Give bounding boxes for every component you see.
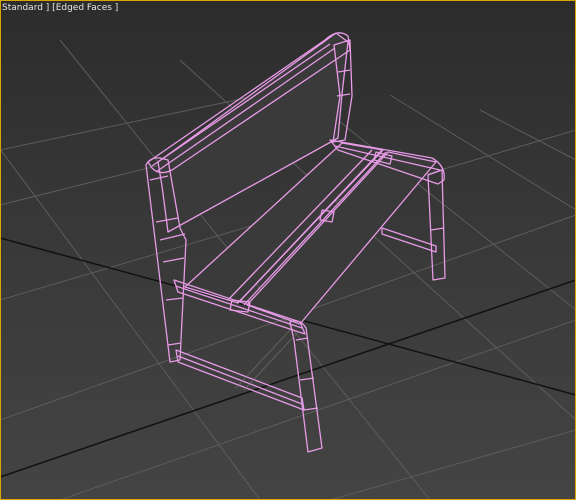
- bench-shadow-edges: [235, 329, 299, 391]
- viewport-label-menu[interactable]: Standard ] [Edged Faces ]: [2, 3, 118, 13]
- viewport-scene[interactable]: [0, 0, 576, 500]
- perspective-viewport[interactable]: Standard ] [Edged Faces ]: [0, 0, 576, 500]
- bench-model[interactable]: [145, 32, 446, 453]
